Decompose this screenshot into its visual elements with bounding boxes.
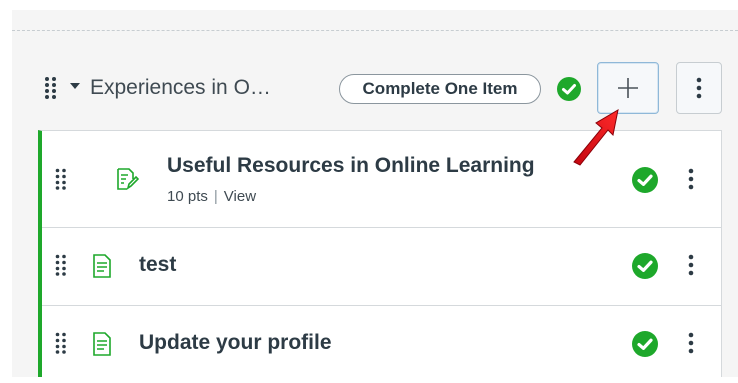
meta-separator: | (213, 188, 218, 205)
module-options-button[interactable] (676, 62, 722, 114)
page-icon (92, 254, 112, 283)
item-drag-handle-icon[interactable] (55, 332, 67, 359)
module-title[interactable]: Experiences in O… (90, 76, 271, 100)
page-icon (92, 332, 112, 361)
published-check-icon[interactable] (632, 253, 658, 284)
annotation-arrow-icon (568, 102, 628, 173)
item-meta: 10 pts | View (167, 188, 256, 205)
view-link[interactable]: View (224, 188, 256, 205)
published-check-icon[interactable] (632, 167, 658, 198)
item-options-icon[interactable] (688, 254, 694, 281)
kebab-menu-icon (696, 77, 702, 99)
item-drag-handle-icon[interactable] (55, 254, 67, 281)
plus-icon (618, 78, 638, 98)
item-title[interactable]: test (139, 253, 176, 277)
module-item[interactable]: Update your profile (42, 305, 722, 383)
collapse-caret-icon[interactable] (70, 83, 80, 89)
item-title[interactable]: Update your profile (139, 331, 332, 355)
item-drag-handle-icon[interactable] (55, 168, 67, 195)
module-drag-handle-icon[interactable] (44, 76, 58, 105)
assignment-icon (115, 167, 140, 196)
item-options-icon[interactable] (688, 332, 694, 359)
module-item[interactable]: test (42, 227, 722, 306)
item-points: 10 pts (167, 188, 208, 205)
completion-requirement-badge: Complete One Item (339, 74, 541, 104)
drop-zone-divider (12, 30, 738, 31)
published-check-icon[interactable] (632, 331, 658, 362)
item-title[interactable]: Useful Resources in Online Learning (167, 154, 535, 178)
item-options-icon[interactable] (688, 168, 694, 195)
